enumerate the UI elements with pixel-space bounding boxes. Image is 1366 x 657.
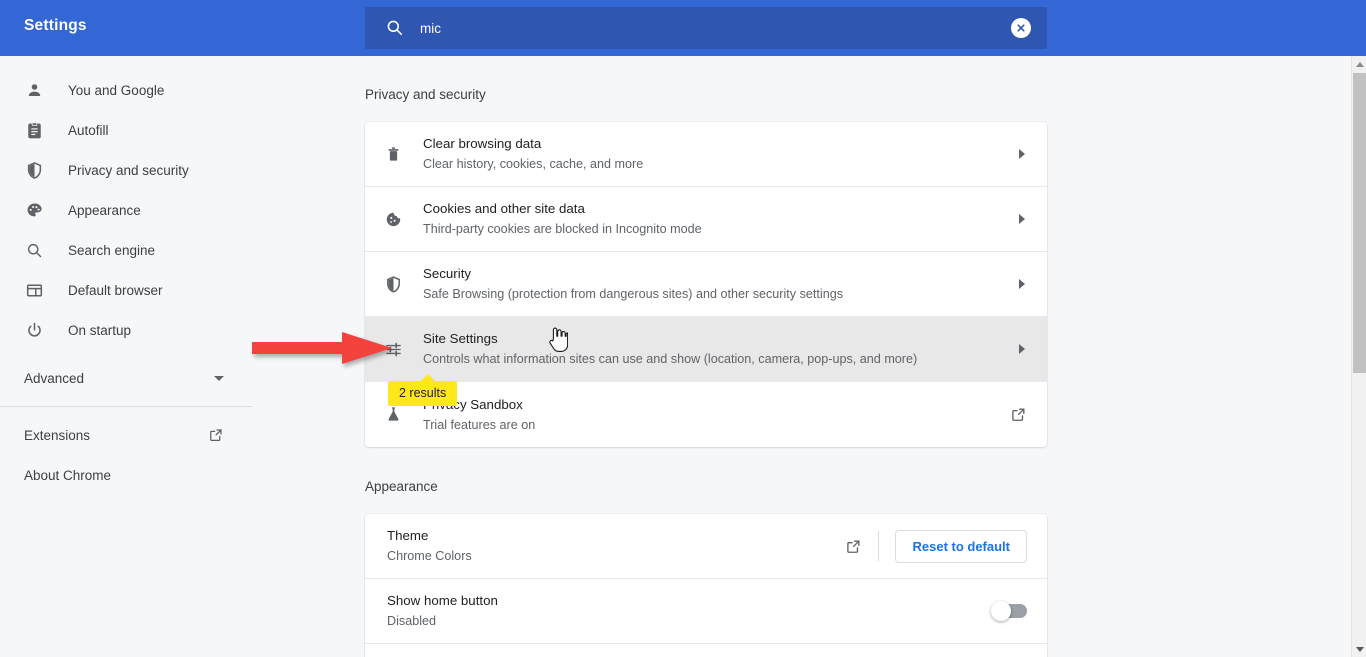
person-icon	[24, 80, 44, 100]
sidebar-divider	[0, 406, 252, 407]
row-theme[interactable]: Theme Chrome Colors Reset to default	[365, 514, 1047, 579]
row-text: Security Safe Browsing (protection from …	[423, 264, 1019, 304]
row-clear-browsing-data[interactable]: Clear browsing data Clear history, cooki…	[365, 122, 1047, 187]
row-site-settings[interactable]: Site Settings Controls what information …	[365, 317, 1047, 382]
scroll-up-arrow[interactable]	[1352, 56, 1366, 72]
section-title-appearance: Appearance	[365, 479, 438, 494]
row-title: Cookies and other site data	[423, 201, 585, 216]
flask-icon	[381, 405, 405, 424]
scroll-down-arrow[interactable]	[1352, 641, 1366, 657]
row-text: Show home button Disabled	[387, 591, 993, 631]
row-title: Show home button	[387, 593, 498, 608]
shield-icon	[24, 160, 44, 180]
trash-icon	[381, 145, 405, 164]
chevron-down-icon	[214, 375, 224, 381]
row-cookies-and-other-site-data[interactable]: Cookies and other site data Third-party …	[365, 187, 1047, 252]
row-text: Privacy Sandbox Trial features are on	[423, 395, 1010, 435]
search-icon	[385, 18, 404, 37]
advanced-label: Advanced	[24, 370, 85, 386]
sidebar-item-appearance[interactable]: Appearance	[0, 190, 300, 230]
row-security[interactable]: Security Safe Browsing (protection from …	[365, 252, 1047, 317]
row-text: Site Settings Controls what information …	[423, 329, 1019, 369]
sidebar-item-privacy-and-security[interactable]: Privacy and security	[0, 150, 300, 190]
privacy-card: Clear browsing data Clear history, cooki…	[365, 122, 1047, 447]
row-subtitle: Clear history, cookies, cache, and more	[423, 157, 644, 171]
tune-sliders-icon	[381, 340, 405, 359]
sidebar-item-advanced[interactable]: Advanced	[0, 358, 300, 398]
shield-icon	[381, 275, 405, 294]
main-content: Privacy and security Clear browsing data…	[300, 56, 1351, 657]
chevron-right-icon[interactable]	[1019, 149, 1025, 159]
row-title: Theme	[387, 528, 429, 543]
scrollbar-thumb[interactable]	[1353, 73, 1366, 373]
sidebar-item-label: On startup	[68, 322, 132, 338]
palette-icon	[24, 200, 44, 220]
reset-to-default-button[interactable]: Reset to default	[895, 529, 1027, 563]
row-text: Theme Chrome Colors	[387, 526, 845, 566]
external-link-icon[interactable]	[1010, 406, 1027, 423]
sidebar-item-extensions[interactable]: Extensions	[0, 415, 300, 455]
row-text: Clear browsing data Clear history, cooki…	[423, 134, 1019, 174]
row-subtitle: Third-party cookies are blocked in Incog…	[423, 222, 702, 236]
page-title: Settings	[24, 17, 87, 34]
clear-search-icon[interactable]	[1011, 18, 1031, 38]
clipboard-icon	[24, 120, 44, 140]
sidebar-item-label: Appearance	[68, 202, 141, 218]
cookie-icon	[381, 210, 405, 229]
sidebar-item-on-startup[interactable]: On startup	[0, 310, 300, 350]
sidebar-item-you-and-google[interactable]: You and Google	[0, 70, 300, 110]
chevron-right-icon[interactable]	[1019, 214, 1025, 224]
row-subtitle: Trial features are on	[423, 417, 536, 432]
row-subtitle: Safe Browsing (protection from dangerous…	[423, 287, 843, 301]
app-header: Settings	[0, 0, 1366, 56]
toggle-knob	[991, 601, 1011, 621]
sidebar-item-default-browser[interactable]: Default browser	[0, 270, 300, 310]
chevron-right-icon[interactable]	[1019, 279, 1025, 289]
row-title: Site Settings	[423, 331, 498, 346]
row-text: Cookies and other site data Third-party …	[423, 199, 1019, 239]
row-show-home-button[interactable]: Show home button Disabled	[365, 579, 1047, 644]
browser-window-icon	[24, 280, 44, 300]
scroll-up-icon	[1355, 61, 1364, 67]
sidebar-item-autofill[interactable]: Autofill	[0, 110, 300, 150]
row-next-partial[interactable]	[365, 644, 1047, 657]
search-bar[interactable]	[365, 7, 1350, 49]
sidebar-item-label: You and Google	[68, 82, 165, 98]
chevron-right-icon[interactable]	[1019, 344, 1025, 354]
magnifier-icon	[24, 240, 44, 260]
about-chrome-label: About Chrome	[24, 467, 112, 483]
sidebar-item-label: Autofill	[68, 122, 109, 138]
sidebar-item-about-chrome[interactable]: About Chrome	[0, 455, 300, 495]
vertical-scrollbar[interactable]	[1351, 56, 1366, 657]
row-subtitle: Controls what information sites can use …	[423, 352, 918, 366]
row-title: Privacy Sandbox	[423, 396, 523, 412]
extensions-label: Extensions	[24, 427, 91, 443]
vertical-divider	[878, 531, 880, 561]
external-link-icon[interactable]	[845, 538, 862, 555]
row-privacy-sandbox[interactable]: Privacy Sandbox Trial features are on	[365, 382, 1047, 447]
show-home-button-toggle[interactable]	[991, 601, 1027, 621]
row-subtitle: Chrome Colors	[387, 549, 472, 563]
sidebar: You and Google Autofill Privacy and secu…	[0, 56, 300, 657]
section-title-privacy: Privacy and security	[365, 87, 486, 102]
row-subtitle: Disabled	[387, 614, 437, 628]
search-input[interactable]	[420, 7, 1350, 49]
sidebar-item-label: Privacy and security	[68, 162, 189, 178]
scroll-down-icon	[1355, 646, 1364, 652]
power-icon	[24, 320, 44, 340]
row-title: Security	[423, 266, 472, 281]
external-link-icon	[208, 427, 224, 443]
sidebar-item-search-engine[interactable]: Search engine	[0, 230, 300, 270]
sidebar-item-label: Search engine	[68, 242, 156, 258]
sidebar-item-label: Default browser	[68, 282, 163, 298]
theme-actions: Reset to default	[845, 529, 1027, 563]
row-title: Clear browsing data	[423, 136, 542, 151]
appearance-card: Theme Chrome Colors Reset to default Sho…	[365, 514, 1047, 657]
